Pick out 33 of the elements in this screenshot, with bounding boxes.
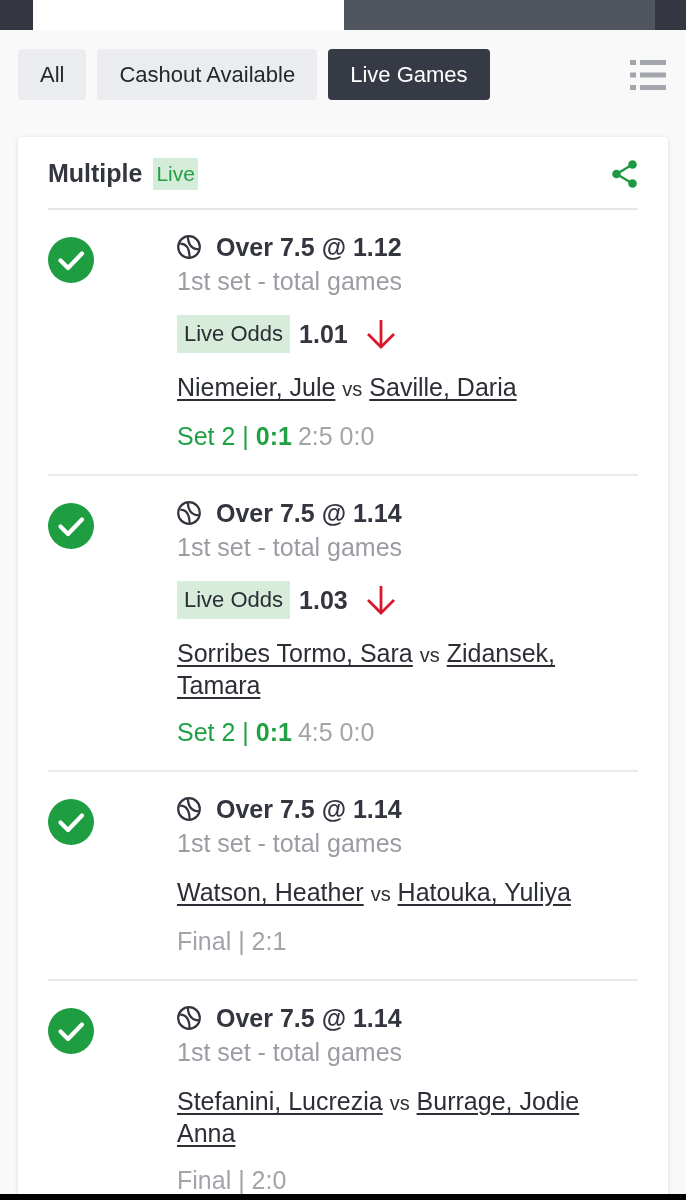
final-score: Final | 2:0 bbox=[177, 1165, 287, 1196]
match-link[interactable]: Niemeier, Jule vs Saville, Daria bbox=[177, 372, 517, 404]
final-score: Final | 2:1 bbox=[177, 926, 287, 957]
market-description: 1st set - total games bbox=[177, 1037, 403, 1068]
tennis-ball-icon bbox=[177, 235, 201, 259]
tennis-ball-icon bbox=[177, 501, 201, 525]
match-link[interactable]: Stefanini, Lucrezia vs Burrage, Jodie Anna bbox=[177, 1086, 638, 1148]
market-title: Over 7.5 @ 1.14 bbox=[216, 498, 402, 528]
tennis-ball-icon bbox=[177, 1006, 201, 1030]
odds-value: 1.01 bbox=[299, 319, 348, 349]
match-link[interactable]: Watson, Heather vs Hatouka, Yuliya bbox=[177, 877, 571, 909]
live-odds-badge: Live Odds bbox=[177, 581, 291, 619]
market-description: 1st set - total games bbox=[177, 266, 403, 297]
market-title: Over 7.5 @ 1.12 bbox=[216, 232, 402, 262]
market-title: Over 7.5 @ 1.14 bbox=[216, 794, 402, 824]
odds-value: 1.03 bbox=[299, 585, 348, 615]
market-title: Over 7.5 @ 1.14 bbox=[216, 1003, 402, 1033]
filter-chip[interactable]: Live Games bbox=[328, 49, 490, 100]
set-score: Set 2 | 0:1 bbox=[177, 421, 292, 452]
list-view-icon[interactable] bbox=[630, 58, 666, 91]
match-link[interactable]: Sorribes Tormo, Sara vs Zidansek, Tamara bbox=[177, 638, 638, 700]
share-icon[interactable] bbox=[611, 159, 638, 188]
live-odds-badge: Live Odds bbox=[177, 315, 291, 353]
bet-type-title: Multiple bbox=[48, 159, 143, 188]
point-score: 2:5 0:0 bbox=[297, 421, 375, 452]
live-badge: Live bbox=[153, 157, 198, 190]
market-description: 1st set - total games bbox=[177, 828, 403, 859]
set-score: Set 2 | 0:1 bbox=[177, 717, 292, 748]
filter-chip[interactable]: Cashout Available bbox=[97, 49, 318, 100]
tennis-ball-icon bbox=[177, 797, 201, 821]
market-description: 1st set - total games bbox=[177, 532, 403, 563]
point-score: 4:5 0:0 bbox=[297, 717, 375, 748]
filter-chip[interactable]: All bbox=[18, 49, 87, 100]
